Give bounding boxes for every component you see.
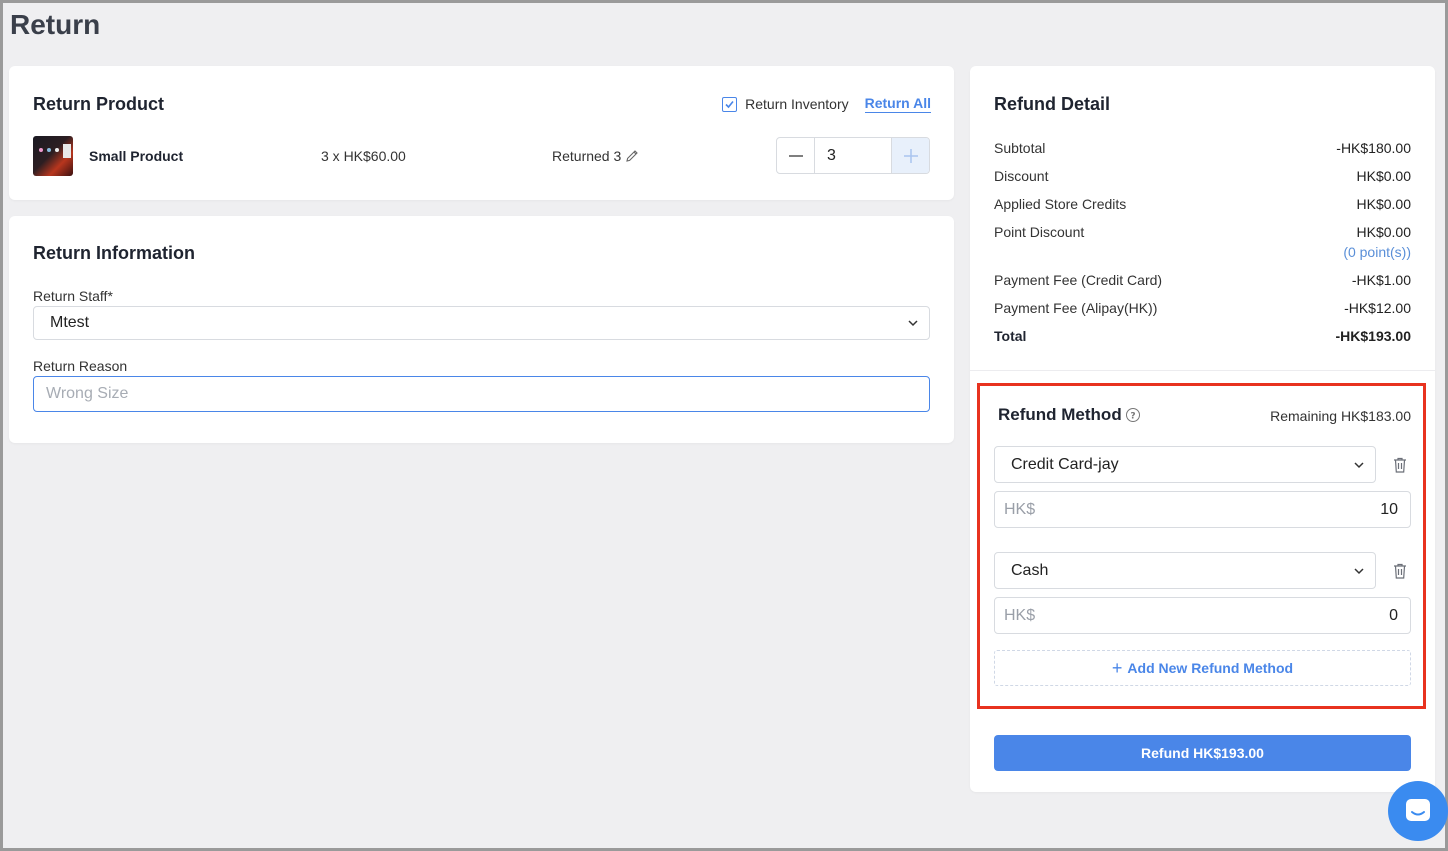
chevron-down-icon	[1354, 567, 1364, 574]
refund-method-select[interactable]: Credit Card-jay	[994, 446, 1376, 483]
currency-label: HK$	[1004, 500, 1036, 518]
pencil-edit-icon[interactable]	[624, 148, 640, 164]
row-label: Discount	[994, 168, 1049, 184]
payment-fee-alipay-row: Payment Fee (Alipay(HK)) -HK$12.00	[994, 300, 1411, 316]
return-inventory-checkbox[interactable]	[722, 96, 738, 112]
row-value: -HK$1.00	[1351, 272, 1411, 288]
quantity-input[interactable]: 3	[815, 138, 891, 173]
return-reason-label: Return Reason	[33, 358, 128, 374]
product-thumbnail	[33, 136, 73, 176]
refund-detail-title: Refund Detail	[994, 94, 1111, 114]
point-discount-row: Point Discount HK$0.00	[994, 224, 1411, 240]
help-icon[interactable]: ?	[1125, 407, 1141, 423]
discount-row: Discount HK$0.00	[994, 168, 1411, 184]
minus-icon	[788, 154, 803, 157]
check-icon	[725, 100, 734, 108]
delete-method-button[interactable]	[1391, 562, 1409, 580]
row-label: Applied Store Credits	[994, 196, 1127, 212]
row-label: Payment Fee (Credit Card)	[994, 272, 1163, 288]
svg-text:?: ?	[1130, 412, 1135, 422]
increment-button[interactable]	[891, 138, 929, 173]
row-value: HK$0.00	[1356, 224, 1411, 240]
refund-method-section: Refund Method ? Remaining HK$183.00 Cred…	[977, 383, 1426, 709]
store-credits-row: Applied Store Credits HK$0.00	[994, 196, 1411, 212]
product-returned: Returned 3	[552, 148, 640, 164]
payment-fee-credit-card-row: Payment Fee (Credit Card) -HK$1.00	[994, 272, 1411, 288]
decrement-button[interactable]	[777, 138, 815, 173]
trash-icon	[1394, 563, 1406, 579]
return-staff-label: Return Staff*	[33, 288, 113, 304]
product-name: Small Product	[89, 148, 184, 164]
subtotal-row: Subtotal -HK$180.00	[994, 140, 1411, 156]
total-row: Total -HK$193.00	[994, 328, 1411, 344]
return-information-title: Return Information	[33, 243, 195, 263]
refund-method-value: Cash	[1011, 561, 1049, 579]
add-refund-method-button[interactable]: + Add New Refund Method	[994, 650, 1411, 686]
chevron-down-icon	[908, 320, 918, 327]
chevron-down-icon	[1354, 461, 1364, 468]
chat-icon	[1406, 799, 1430, 821]
refund-method-select[interactable]: Cash	[994, 552, 1376, 589]
row-label: Point Discount	[994, 224, 1085, 240]
row-value: -HK$12.00	[1344, 300, 1411, 316]
point-count-note: (0 point(s))	[1343, 244, 1411, 260]
refund-amount-value: 0	[1389, 606, 1398, 624]
refund-amount-field[interactable]: HK$ 0	[994, 597, 1411, 634]
product-price: 3 x HK$60.00	[321, 148, 406, 164]
row-value: HK$0.00	[1356, 196, 1411, 212]
row-value: -HK$193.00	[1335, 328, 1412, 344]
return-staff-select[interactable]: Mtest	[33, 306, 930, 340]
remaining-amount: Remaining HK$183.00	[1270, 408, 1411, 424]
refund-method-title-text: Refund Method	[998, 405, 1122, 424]
refund-method-title: Refund Method ?	[998, 405, 1141, 425]
returned-count: Returned 3	[552, 148, 622, 164]
row-label: Payment Fee (Alipay(HK))	[994, 300, 1158, 316]
row-value: HK$0.00	[1356, 168, 1411, 184]
divider	[970, 370, 1435, 371]
plus-icon	[903, 148, 918, 163]
page-title: Return	[10, 9, 101, 40]
return-inventory-control: Return Inventory Return All	[722, 95, 931, 113]
return-product-card: Return Product Return Inventory Return A…	[9, 66, 954, 200]
plus-icon: +	[1111, 657, 1123, 678]
refund-button[interactable]: Refund HK$193.00	[994, 735, 1411, 771]
trash-icon	[1394, 457, 1406, 473]
refund-detail-card: Refund Detail Subtotal -HK$180.00 Discou…	[970, 66, 1435, 792]
delete-method-button[interactable]	[1391, 456, 1409, 474]
add-refund-method-label: Add New Refund Method	[1127, 660, 1294, 676]
refund-method-value: Credit Card-jay	[1011, 455, 1119, 473]
chat-support-button[interactable]	[1388, 781, 1448, 841]
return-all-link[interactable]: Return All	[864, 95, 931, 113]
refund-amount-value: 10	[1380, 500, 1398, 518]
return-product-title: Return Product	[33, 94, 165, 114]
return-reason-input[interactable]	[33, 376, 930, 412]
row-label: Total	[994, 328, 1027, 344]
row-value: -HK$180.00	[1336, 140, 1411, 156]
row-label: Subtotal	[994, 140, 1046, 156]
currency-label: HK$	[1004, 606, 1036, 624]
return-staff-value: Mtest	[50, 314, 90, 331]
refund-amount-field[interactable]: HK$ 10	[994, 491, 1411, 528]
return-inventory-label: Return Inventory	[745, 96, 849, 112]
quantity-stepper: 3	[776, 137, 930, 174]
return-information-card: Return Information Return Staff* Mtest R…	[9, 216, 954, 443]
